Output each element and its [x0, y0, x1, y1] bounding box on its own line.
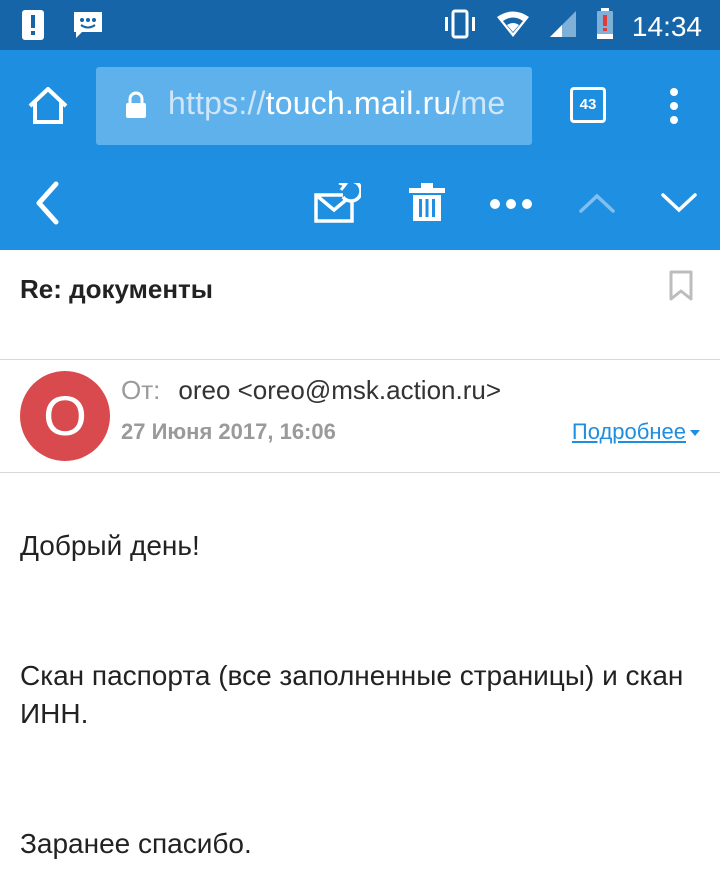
- from-line: От: oreo <oreo@msk.action.ru>: [121, 375, 501, 406]
- browser-toolbar: https://touch.mail.ru/me 43: [0, 50, 720, 161]
- url-host: touch.mail.ru: [265, 85, 452, 121]
- delete-icon: [408, 183, 446, 228]
- message-date: 27 Июня 2017, 16:06: [121, 419, 336, 444]
- back-icon: [34, 181, 60, 230]
- more-icon: [489, 197, 533, 215]
- more-actions-button[interactable]: [486, 161, 536, 250]
- signal-icon: [548, 10, 578, 43]
- chevron-down-icon: [690, 430, 700, 436]
- body-paragraph: Заранее спасибо.: [20, 828, 252, 859]
- clock: 14:34: [631, 10, 702, 42]
- details-link-label: Подробнее: [571, 419, 686, 444]
- sender-address[interactable]: oreo <oreo@msk.action.ru>: [178, 375, 501, 405]
- home-icon[interactable]: [26, 84, 70, 128]
- lock-icon: [124, 91, 148, 124]
- avatar: O: [20, 371, 110, 461]
- mark-unread-icon: [313, 179, 363, 228]
- body-paragraph: Скан паспорта (все заполненные страницы)…: [20, 660, 684, 729]
- url-scheme: https://: [168, 85, 266, 121]
- next-message-button[interactable]: [656, 161, 702, 250]
- message-icon: [72, 10, 104, 45]
- next-icon: [660, 192, 698, 219]
- mark-unread-button[interactable]: [310, 161, 364, 250]
- url-text: https://touch.mail.ru/me: [168, 85, 505, 122]
- sender-header: O От: oreo <oreo@msk.action.ru> 27 Июня 2…: [0, 361, 720, 473]
- bookmark-icon[interactable]: [668, 270, 694, 307]
- mail-toolbar: [0, 161, 720, 250]
- previous-message-button[interactable]: [574, 161, 620, 250]
- vibrate-icon: [442, 9, 478, 44]
- delete-button[interactable]: [402, 161, 452, 250]
- body-paragraph: Добрый день!: [20, 530, 200, 561]
- subject-header: Re: документы: [0, 250, 720, 360]
- battery-alert-icon: [596, 8, 614, 45]
- wifi-icon: [496, 10, 530, 43]
- overflow-menu-icon[interactable]: [660, 86, 688, 126]
- alert-icon: [22, 10, 44, 45]
- message-subject: Re: документы: [20, 274, 213, 304]
- back-button[interactable]: [22, 161, 72, 250]
- details-link[interactable]: Подробнее: [572, 419, 700, 445]
- url-bar[interactable]: https://touch.mail.ru/me: [96, 67, 532, 145]
- from-label: От:: [121, 375, 161, 405]
- url-path: /me: [451, 85, 506, 121]
- tab-switcher-button[interactable]: 43: [570, 87, 606, 123]
- status-bar: 14:34: [0, 0, 720, 50]
- previous-icon: [578, 192, 616, 219]
